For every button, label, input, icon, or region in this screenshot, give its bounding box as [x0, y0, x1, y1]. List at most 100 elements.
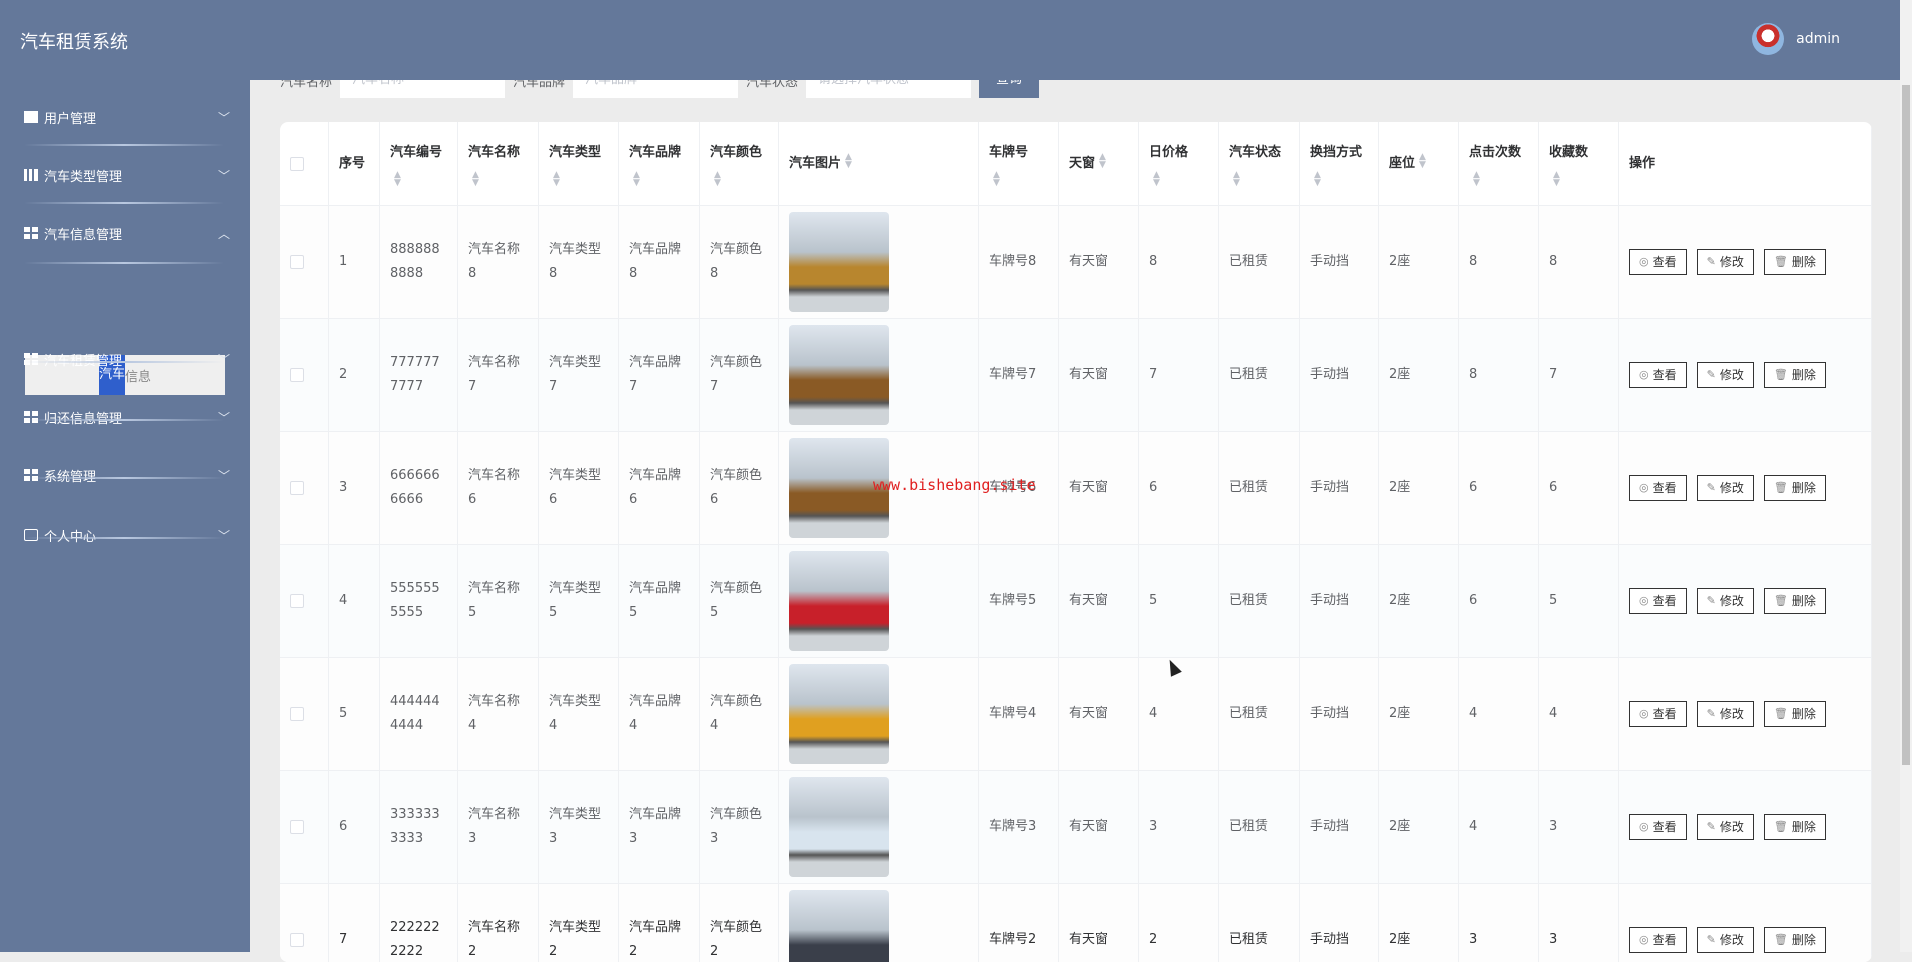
column-header[interactable]: 点击次数 ▲ ▼ [1459, 122, 1539, 205]
view-button[interactable]: ◎ 查看 [1629, 362, 1687, 388]
chevron-down-icon: ﹀ [217, 352, 230, 367]
edit-button[interactable]: ✎ 修改 [1696, 814, 1754, 840]
scrollbar[interactable] [1900, 0, 1912, 952]
sort-icon[interactable]: ▲ ▼ [993, 170, 1028, 187]
column-header-label: 汽车编号 [390, 144, 443, 160]
row-checkbox[interactable] [290, 255, 304, 269]
view-button[interactable]: ◎ 查看 [1629, 475, 1687, 501]
view-button[interactable]: ◎ 查看 [1629, 588, 1687, 614]
sort-icon[interactable]: ▲ ▼ [553, 170, 601, 187]
chevron-down-icon: ﹀ [217, 110, 230, 125]
delete-button[interactable]: 🗑 删除 [1763, 588, 1826, 614]
column-header[interactable]: 操作 [1619, 122, 1872, 205]
edit-button[interactable]: ✎ 修改 [1696, 475, 1754, 501]
car-image[interactable] [789, 551, 889, 651]
table-cell: 1 [329, 206, 380, 318]
edit-button[interactable]: ✎ 修改 [1696, 927, 1754, 953]
sort-icon[interactable]: ▲ ▼ [633, 170, 681, 187]
row-select-cell[interactable] [280, 771, 329, 883]
sort-icon[interactable]: ▲ ▼ [1153, 170, 1188, 187]
delete-button[interactable]: 🗑 删除 [1763, 362, 1826, 388]
delete-button[interactable]: 🗑 删除 [1763, 249, 1826, 275]
button-label: 修改 [1719, 707, 1744, 721]
sidebar-item-1[interactable]: 汽车类型管理 ﹀ [24, 155, 230, 195]
table-cell: 汽车名称4 [458, 658, 539, 770]
column-header[interactable]: 收藏数 ▲ ▼ [1539, 122, 1619, 205]
sort-icon[interactable]: ▲ ▼ [845, 152, 852, 169]
select-all-checkbox[interactable] [290, 156, 304, 171]
car-image[interactable] [789, 777, 889, 877]
row-select-cell[interactable] [280, 319, 329, 431]
grid-icon [24, 469, 38, 481]
sidebar-item-6[interactable]: 个人中心 ﹀ [24, 515, 230, 555]
row-select-cell[interactable] [280, 545, 329, 657]
username[interactable]: admin [1796, 31, 1840, 47]
car-image[interactable] [789, 890, 889, 962]
column-header[interactable]: 天窗 ▲ ▼ [1059, 122, 1139, 205]
table-cell [779, 206, 979, 318]
sidebar-item-5[interactable]: 系统管理 ﹀ [24, 455, 230, 495]
sort-icon[interactable]: ▲ ▼ [1314, 170, 1362, 187]
row-checkbox[interactable] [290, 594, 304, 608]
column-header[interactable]: 汽车类型 ▲ ▼ [539, 122, 619, 205]
sort-icon[interactable]: ▲ ▼ [1233, 170, 1281, 187]
column-header[interactable]: 汽车颜色 ▲ ▼ [700, 122, 779, 205]
column-header[interactable]: 汽车状态 ▲ ▼ [1219, 122, 1300, 205]
sort-icon[interactable]: ▲ ▼ [714, 170, 762, 187]
delete-button[interactable]: 🗑 删除 [1763, 475, 1826, 501]
cell-text: 有天窗 [1069, 706, 1109, 721]
column-header[interactable]: 换挡方式 ▲ ▼ [1300, 122, 1379, 205]
view-button[interactable]: ◎ 查看 [1629, 249, 1687, 275]
column-header[interactable]: 序号 [329, 122, 380, 205]
sidebar-item-0[interactable]: 用户管理 ﹀ [24, 97, 230, 137]
avatar[interactable] [1752, 23, 1785, 55]
delete-button[interactable]: 🗑 删除 [1763, 814, 1826, 840]
column-header[interactable]: 日价格 ▲ ▼ [1139, 122, 1219, 205]
table-cell: 2座 [1379, 884, 1459, 962]
row-checkbox[interactable] [290, 820, 304, 834]
sort-icon[interactable]: ▲ ▼ [1099, 152, 1106, 169]
view-button[interactable]: ◎ 查看 [1629, 814, 1687, 840]
delete-button[interactable]: 🗑 删除 [1763, 927, 1826, 953]
sidebar-item-3[interactable]: 汽车租赁管理 ﹀ [24, 339, 230, 379]
column-header[interactable]: 汽车名称 ▲ ▼ [458, 122, 539, 205]
car-image[interactable] [789, 325, 889, 425]
delete-button[interactable]: 🗑 删除 [1763, 701, 1826, 727]
sort-icon[interactable]: ▲ ▼ [1553, 170, 1588, 187]
row-checkbox[interactable] [290, 707, 304, 721]
sidebar-item-4[interactable]: 归还信息管理 ﹀ [24, 397, 230, 437]
view-button[interactable]: ◎ 查看 [1629, 701, 1687, 727]
select-all-cell[interactable] [280, 122, 329, 205]
sidebar-divider [24, 202, 224, 204]
user-menu[interactable]: admin [1752, 23, 1840, 55]
row-select-cell[interactable] [280, 432, 329, 544]
column-header[interactable]: 座位 ▲ ▼ [1379, 122, 1459, 205]
button-label: 删除 [1791, 707, 1816, 721]
edit-button[interactable]: ✎ 修改 [1696, 588, 1754, 614]
view-button[interactable]: ◎ 查看 [1629, 927, 1687, 953]
column-header[interactable]: 汽车编号 ▲ ▼ [380, 122, 458, 205]
scrollbar-thumb[interactable] [1902, 85, 1910, 765]
car-image[interactable] [789, 212, 889, 312]
row-select-cell[interactable] [280, 658, 329, 770]
sidebar-item-2[interactable]: 汽车信息管理 ︿ [24, 213, 230, 253]
edit-button[interactable]: ✎ 修改 [1696, 249, 1754, 275]
sort-icon[interactable]: ▲ ▼ [1473, 170, 1521, 187]
column-header[interactable]: 汽车品牌 ▲ ▼ [619, 122, 700, 205]
button-label: 查看 [1652, 368, 1677, 382]
car-image[interactable] [789, 664, 889, 764]
column-header[interactable]: 汽车图片 ▲ ▼ [779, 122, 979, 205]
sort-icon[interactable]: ▲ ▼ [1419, 152, 1426, 169]
row-checkbox[interactable] [290, 933, 304, 947]
cell-text: 汽车颜色2 [710, 920, 763, 959]
column-header[interactable]: 车牌号 ▲ ▼ [979, 122, 1059, 205]
row-select-cell[interactable] [280, 206, 329, 318]
edit-button[interactable]: ✎ 修改 [1696, 701, 1754, 727]
sort-icon[interactable]: ▲ ▼ [394, 170, 442, 187]
row-select-cell[interactable] [280, 884, 329, 962]
edit-button[interactable]: ✎ 修改 [1696, 362, 1754, 388]
sort-icon[interactable]: ▲ ▼ [472, 170, 520, 187]
column-header-label: 换挡方式 [1310, 144, 1363, 160]
row-checkbox[interactable] [290, 481, 304, 495]
row-checkbox[interactable] [290, 368, 304, 382]
